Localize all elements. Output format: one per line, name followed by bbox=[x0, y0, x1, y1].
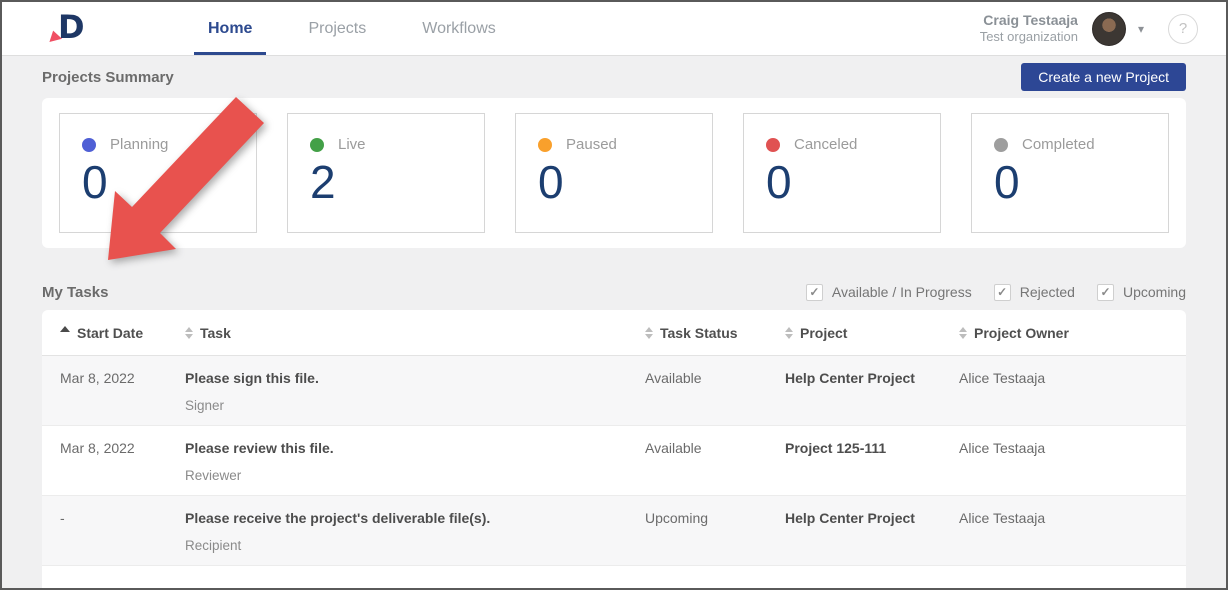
sort-icon bbox=[645, 327, 653, 339]
top-navigation-bar: D Home Projects Workflows Craig Testaaja… bbox=[2, 2, 1226, 56]
task-start-date: - bbox=[60, 510, 185, 553]
sort-icon bbox=[185, 327, 193, 339]
tab-projects[interactable]: Projects bbox=[294, 2, 380, 55]
card-label: Canceled bbox=[794, 136, 857, 153]
my-tasks-header: My Tasks ✓ Available / In Progress ✓ Rej… bbox=[42, 274, 1186, 310]
task-role: Signer bbox=[185, 398, 645, 413]
user-organization: Test organization bbox=[980, 29, 1078, 45]
task-project: Help Center Project bbox=[785, 370, 959, 413]
card-count: 0 bbox=[82, 159, 236, 205]
my-tasks-title: My Tasks bbox=[42, 284, 108, 301]
main-content: Projects Summary Create a new Project Pl… bbox=[2, 56, 1226, 590]
help-icon: ? bbox=[1179, 20, 1187, 37]
planning-status-dot-icon bbox=[82, 138, 96, 152]
task-project-owner: Alice Testaaja bbox=[959, 440, 1168, 483]
app-window: D Home Projects Workflows Craig Testaaja… bbox=[0, 0, 1228, 590]
table-row[interactable]: Mar 8, 2022 Please review this file. Rev… bbox=[42, 426, 1186, 496]
paused-status-dot-icon bbox=[538, 138, 552, 152]
card-label: Completed bbox=[1022, 136, 1095, 153]
task-project: Project 125-111 bbox=[785, 440, 959, 483]
table-row[interactable]: Mar 8, 2022 Please sign this file. Signe… bbox=[42, 356, 1186, 426]
task-status: Available bbox=[645, 440, 785, 483]
logo-letter: D bbox=[58, 8, 85, 46]
sort-icon bbox=[959, 327, 967, 339]
task-title: Please receive the project's deliverable… bbox=[185, 510, 645, 526]
table-row[interactable]: - Please receive the project's deliverab… bbox=[42, 496, 1186, 566]
task-project-owner: Alice Testaaja bbox=[959, 370, 1168, 413]
card-count: 0 bbox=[538, 159, 692, 205]
create-project-button[interactable]: Create a new Project bbox=[1021, 63, 1186, 91]
sort-icon bbox=[785, 327, 793, 339]
user-info: Craig Testaaja Test organization bbox=[980, 12, 1078, 46]
card-count: 2 bbox=[310, 159, 464, 205]
tab-home[interactable]: Home bbox=[194, 2, 266, 55]
help-button[interactable]: ? bbox=[1168, 14, 1198, 44]
card-canceled[interactable]: Canceled 0 bbox=[743, 113, 941, 233]
filter-rejected[interactable]: ✓ Rejected bbox=[994, 284, 1075, 301]
my-tasks-panel: Start Date Task Task Status Project Proj… bbox=[42, 310, 1186, 590]
completed-status-dot-icon bbox=[994, 138, 1008, 152]
task-start-date: Mar 8, 2022 bbox=[60, 440, 185, 483]
card-label: Live bbox=[338, 136, 366, 153]
table-header-row: Start Date Task Task Status Project Proj… bbox=[42, 310, 1186, 356]
top-right-cluster: Craig Testaaja Test organization ▾ ? bbox=[980, 2, 1198, 55]
column-header-project[interactable]: Project bbox=[785, 325, 959, 341]
task-role: Reviewer bbox=[185, 468, 645, 483]
logo-icon: D bbox=[50, 10, 94, 48]
user-name: Craig Testaaja bbox=[980, 12, 1078, 30]
card-count: 0 bbox=[766, 159, 920, 205]
projects-summary-title: Projects Summary bbox=[42, 69, 174, 86]
column-header-task[interactable]: Task bbox=[185, 325, 645, 341]
card-planning[interactable]: Planning 0 bbox=[59, 113, 257, 233]
task-status: Available bbox=[645, 370, 785, 413]
task-project: Help Center Project bbox=[785, 510, 959, 553]
column-header-task-status[interactable]: Task Status bbox=[645, 325, 785, 341]
tab-workflows[interactable]: Workflows bbox=[408, 2, 510, 55]
projects-summary-header: Projects Summary Create a new Project bbox=[42, 56, 1186, 98]
task-title: Please sign this file. bbox=[185, 370, 645, 386]
task-filters: ✓ Available / In Progress ✓ Rejected ✓ U… bbox=[806, 284, 1186, 301]
checkbox-checked-icon[interactable]: ✓ bbox=[994, 284, 1011, 301]
task-title: Please review this file. bbox=[185, 440, 645, 456]
chevron-down-icon[interactable]: ▾ bbox=[1136, 18, 1146, 40]
task-role: Recipient bbox=[185, 538, 645, 553]
sort-asc-icon bbox=[60, 326, 70, 332]
column-header-project-owner[interactable]: Project Owner bbox=[959, 325, 1168, 341]
filter-upcoming[interactable]: ✓ Upcoming bbox=[1097, 284, 1186, 301]
projects-summary-panel: Planning 0 Live 2 Paused 0 bbox=[42, 98, 1186, 248]
checkbox-checked-icon[interactable]: ✓ bbox=[806, 284, 823, 301]
card-live[interactable]: Live 2 bbox=[287, 113, 485, 233]
card-label: Planning bbox=[110, 136, 168, 153]
column-header-start-date[interactable]: Start Date bbox=[60, 325, 185, 341]
card-label: Paused bbox=[566, 136, 617, 153]
card-count: 0 bbox=[994, 159, 1148, 205]
task-status: Upcoming bbox=[645, 510, 785, 553]
card-completed[interactable]: Completed 0 bbox=[971, 113, 1169, 233]
checkbox-checked-icon[interactable]: ✓ bbox=[1097, 284, 1114, 301]
filter-available-in-progress[interactable]: ✓ Available / In Progress bbox=[806, 284, 972, 301]
task-start-date: Mar 8, 2022 bbox=[60, 370, 185, 413]
live-status-dot-icon bbox=[310, 138, 324, 152]
app-logo[interactable]: D bbox=[50, 2, 94, 55]
avatar[interactable] bbox=[1092, 12, 1126, 46]
card-paused[interactable]: Paused 0 bbox=[515, 113, 713, 233]
canceled-status-dot-icon bbox=[766, 138, 780, 152]
main-nav: Home Projects Workflows bbox=[194, 2, 510, 55]
task-project-owner: Alice Testaaja bbox=[959, 510, 1168, 553]
